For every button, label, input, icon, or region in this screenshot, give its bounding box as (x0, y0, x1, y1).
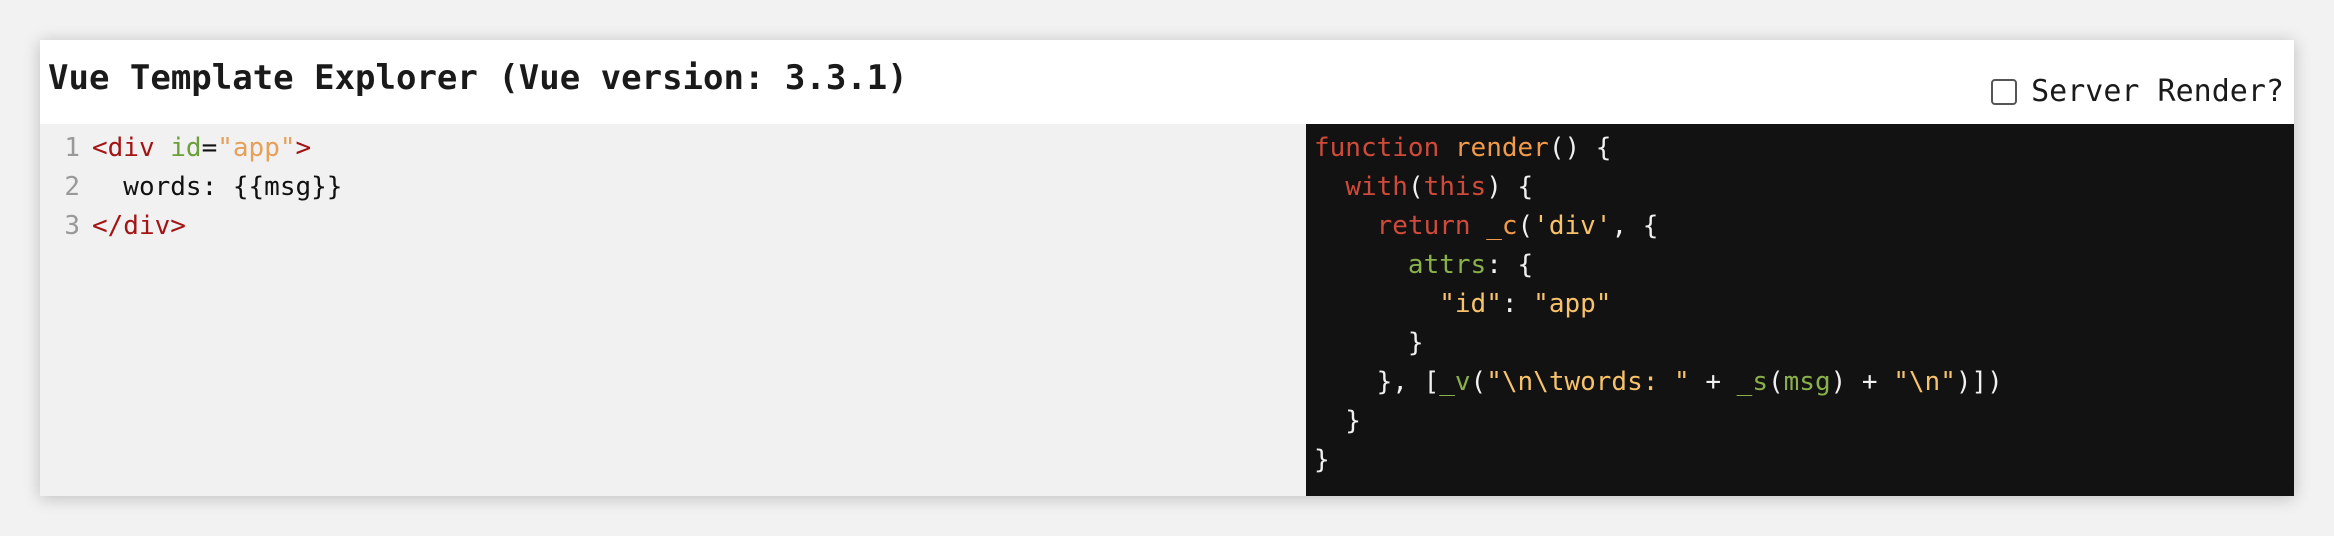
code-token: ) { (1486, 172, 1534, 202)
output-line: } (1314, 402, 2294, 441)
code-token: words: {{msg}} (92, 172, 343, 202)
code-token: </div> (92, 211, 186, 241)
code-token: attrs (1407, 250, 1487, 280)
code-token: render (1454, 133, 1549, 163)
code-token: } (1314, 445, 1330, 475)
code-token: "app" (1533, 289, 1612, 319)
code-token: : (1501, 289, 1534, 319)
output-line: with(this) { (1314, 168, 2294, 207)
code-token: msg (1783, 367, 1831, 397)
code-token: return (1376, 211, 1471, 241)
compiled-output: function render() { with(this) { return … (1306, 124, 2294, 496)
code-token: > (295, 133, 312, 163)
editor-line[interactable]: 2 words: {{msg}} (40, 168, 1306, 207)
code-token: } (1314, 406, 1361, 436)
code-token: <div (92, 133, 171, 163)
line-number: 2 (64, 172, 80, 202)
code-token: "app" (217, 133, 296, 163)
code-token: ( (1407, 172, 1424, 202)
line-number: 1 (64, 133, 80, 163)
code-token: function (1314, 133, 1440, 163)
code-token: "\n" (1893, 367, 1956, 397)
code-token: _s (1736, 367, 1768, 397)
editor-line[interactable]: 3 </div> (40, 207, 1306, 246)
code-token: "\n\twords: " (1486, 367, 1690, 397)
output-line: return _c('div', { (1314, 207, 2294, 246)
code-token: ( (1517, 211, 1534, 241)
code-token: ) + (1830, 367, 1894, 397)
output-line: attrs: { (1314, 246, 2294, 285)
code-token: = (201, 133, 218, 163)
code-token: 'div' (1533, 211, 1612, 241)
page-title: Vue Template Explorer (Vue version: 3.3.… (48, 58, 908, 98)
line-code: </div> (80, 207, 186, 246)
code-token: }, [ (1314, 367, 1440, 397)
header: Vue Template Explorer (Vue version: 3.3.… (40, 40, 2294, 124)
line-code: <div id="app"> (80, 129, 311, 168)
template-editor[interactable]: 1 <div id="app"> 2 words: {{msg}} 3 </div> (40, 124, 1306, 496)
code-token: } (1314, 328, 1424, 358)
code-token: id (170, 133, 202, 163)
output-line: function render() { (1314, 129, 2294, 168)
code-token: this (1423, 172, 1487, 202)
code-token: ( (1470, 367, 1487, 397)
output-line: "id": "app" (1314, 285, 2294, 324)
code-token: () { (1548, 133, 1612, 163)
line-number: 3 (64, 211, 80, 241)
output-line: }, [_v("\n\twords: " + _s(msg) + "\n")]) (1314, 363, 2294, 402)
code-token: _c (1486, 211, 1518, 241)
code-token: with (1345, 172, 1408, 202)
editor-line[interactable]: 1 <div id="app"> (40, 129, 1306, 168)
template-explorer-window: Vue Template Explorer (Vue version: 3.3.… (40, 40, 2294, 496)
code-token: )]) (1955, 367, 2003, 397)
server-render-label: Server Render? (2031, 74, 2284, 109)
code-token: ( (1767, 367, 1784, 397)
code-token: + (1689, 367, 1737, 397)
code-token: , { (1611, 211, 1659, 241)
line-code: words: {{msg}} (80, 168, 342, 207)
server-render-checkbox[interactable] (1991, 78, 2018, 105)
code-token: "id" (1439, 289, 1502, 319)
code-token: _v (1439, 367, 1471, 397)
code-token: : { (1486, 250, 1534, 280)
server-render-toggle[interactable]: Server Render? (1991, 74, 2284, 109)
output-line: } (1314, 441, 2294, 480)
output-line: } (1314, 324, 2294, 363)
